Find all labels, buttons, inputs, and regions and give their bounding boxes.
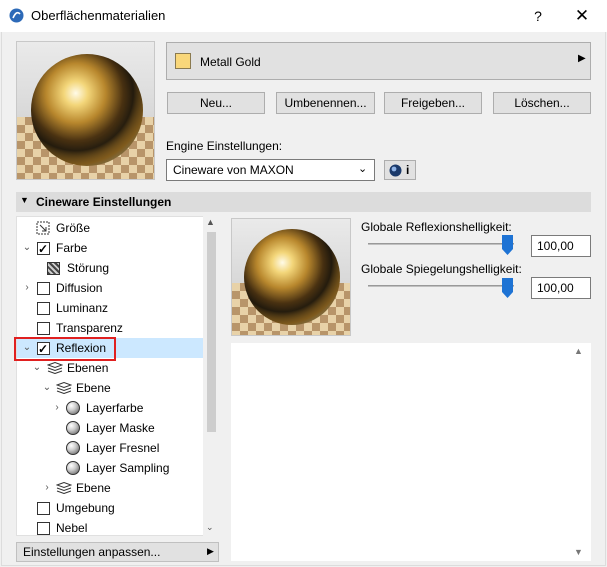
transparenz-checkbox[interactable] <box>37 322 50 335</box>
umgebung-checkbox[interactable] <box>37 502 50 515</box>
chevron-right-icon[interactable]: › <box>42 478 52 498</box>
chevron-down-icon: ⌄ <box>358 163 368 175</box>
app-icon <box>9 8 24 23</box>
tree-item-diffusion[interactable]: › Diffusion <box>17 278 203 298</box>
reflection-preview <box>231 218 351 336</box>
help-button[interactable]: ? <box>523 3 553 29</box>
chevron-down-icon[interactable]: ⌄ <box>22 238 32 258</box>
scroll-up-icon[interactable]: ▲ <box>574 346 583 356</box>
global-reflection-label: Globale Reflexionshelligkeit: <box>361 220 512 234</box>
noise-icon <box>47 262 60 275</box>
tree-item-label: Diffusion <box>56 281 103 295</box>
tree-item-nebel[interactable]: Nebel <box>17 518 203 538</box>
material-ball-icon <box>66 421 80 435</box>
nebel-checkbox[interactable] <box>37 522 50 535</box>
title-bar: Oberflächenmaterialien ? ✕ <box>0 0 607 32</box>
chevron-right-icon[interactable]: › <box>22 278 32 298</box>
global-mirror-slider[interactable] <box>368 285 514 287</box>
tree-item-label: Nebel <box>56 521 88 535</box>
reflexion-highlight-frame <box>14 337 116 361</box>
material-name: Metall Gold <box>200 55 261 69</box>
global-reflection-slider[interactable] <box>368 243 514 245</box>
tree-item-label: Layer Fresnel <box>86 441 160 455</box>
info-icon: i <box>406 163 410 177</box>
material-ball-icon <box>66 401 80 415</box>
tree-item-layer-maske[interactable]: Layer Maske <box>17 418 203 438</box>
tree-item-layer-sampling[interactable]: Layer Sampling <box>17 458 203 478</box>
close-button[interactable]: ✕ <box>566 3 598 29</box>
section-header[interactable]: ▼ Cineware Einstellungen <box>16 192 591 212</box>
material-ball-icon <box>66 461 80 475</box>
section-title: Cineware Einstellungen <box>36 195 172 209</box>
global-reflection-input[interactable]: 100,00 <box>531 235 591 257</box>
engine-select-value: Cineware von MAXON <box>173 163 294 177</box>
chevron-down-icon[interactable]: ⌄ <box>42 378 52 398</box>
tree-item-groesse[interactable]: Größe <box>17 218 203 238</box>
chevron-right-icon[interactable]: › <box>52 398 62 418</box>
chevron-right-icon: ▶ <box>207 546 214 556</box>
size-icon <box>36 221 50 235</box>
tree-item-label: Ebene <box>76 481 111 495</box>
scroll-down-icon[interactable]: ▼ <box>574 547 583 557</box>
tree-item-label: Ebenen <box>67 361 109 375</box>
tree-item-transparenz[interactable]: Transparenz <box>17 318 203 338</box>
global-mirror-label: Globale Spiegelungshelligkeit: <box>361 262 522 276</box>
preview-sphere <box>31 54 143 166</box>
tree-item-farbe[interactable]: ⌄ Farbe <box>17 238 203 259</box>
engine-info-button[interactable]: i <box>384 160 416 180</box>
scrollbar-thumb[interactable] <box>207 232 216 432</box>
tree-item-label: Ebene <box>76 381 111 395</box>
farbe-checkbox[interactable] <box>37 239 50 259</box>
material-swatch <box>175 53 191 69</box>
chevron-right-icon: ▶ <box>578 53 586 64</box>
settings-tree: Größe ⌄ Farbe Störung › Diffusion Lumina… <box>16 216 219 536</box>
tree-item-ebene[interactable]: ⌄ Ebene <box>17 378 203 398</box>
layers-icon <box>47 362 63 374</box>
scroll-up-icon[interactable]: ▲ <box>206 217 215 227</box>
engine-select[interactable]: Cineware von MAXON ⌄ <box>166 159 375 181</box>
layers-icon <box>56 382 72 394</box>
share-button[interactable]: Freigeben... <box>384 92 482 114</box>
tree-item-label: Störung <box>67 261 110 275</box>
tree-item-label: Layer Maske <box>86 421 155 435</box>
new-button[interactable]: Neu... <box>167 92 265 114</box>
chevron-down-icon[interactable]: ⌄ <box>32 358 42 378</box>
delete-button[interactable]: Löschen... <box>493 92 591 114</box>
material-ball-icon <box>66 441 80 455</box>
tree-item-label: Transparenz <box>56 321 123 335</box>
diffusion-checkbox[interactable] <box>37 282 50 295</box>
tree-item-ebenen[interactable]: ⌄ Ebenen <box>17 358 203 378</box>
tree-item-stoerung[interactable]: Störung <box>17 258 203 278</box>
scroll-down-icon[interactable]: ⌄ <box>206 522 214 533</box>
preview-sphere <box>244 229 340 325</box>
tree-item-ebene-2[interactable]: › Ebene <box>17 478 203 498</box>
tree-item-label: Layerfarbe <box>86 401 144 415</box>
global-mirror-input[interactable]: 100,00 <box>531 277 591 299</box>
tree-item-label: Umgebung <box>56 501 115 515</box>
adjust-settings-button[interactable]: Einstellungen anpassen... ▶ <box>16 542 219 562</box>
tree-item-layer-fresnel[interactable]: Layer Fresnel <box>17 438 203 458</box>
tree-item-layerfarbe[interactable]: › Layerfarbe <box>17 398 203 418</box>
material-selector[interactable]: Metall Gold ▶ <box>166 42 591 80</box>
tree-item-umgebung[interactable]: Umgebung <box>17 498 203 518</box>
tree-item-luminanz[interactable]: Luminanz <box>17 298 203 318</box>
material-preview <box>16 41 155 180</box>
rename-button[interactable]: Umbenennen... <box>276 92 375 114</box>
tree-item-label: Größe <box>56 221 91 235</box>
tree-item-label: Farbe <box>56 241 88 255</box>
luminanz-checkbox[interactable] <box>37 302 50 315</box>
engine-label: Engine Einstellungen: <box>166 139 283 153</box>
window-title: Oberflächenmaterialien <box>31 8 166 23</box>
adjust-settings-label: Einstellungen anpassen... <box>23 545 161 559</box>
detail-pane <box>231 343 591 561</box>
tree-scrollbar[interactable]: ▲ ⌄ <box>203 216 219 536</box>
tree-item-label: Luminanz <box>56 301 109 315</box>
collapse-icon: ▼ <box>20 195 29 205</box>
tree-item-label: Layer Sampling <box>86 461 170 475</box>
layers-icon <box>56 482 72 494</box>
cinema4d-icon <box>389 164 402 177</box>
